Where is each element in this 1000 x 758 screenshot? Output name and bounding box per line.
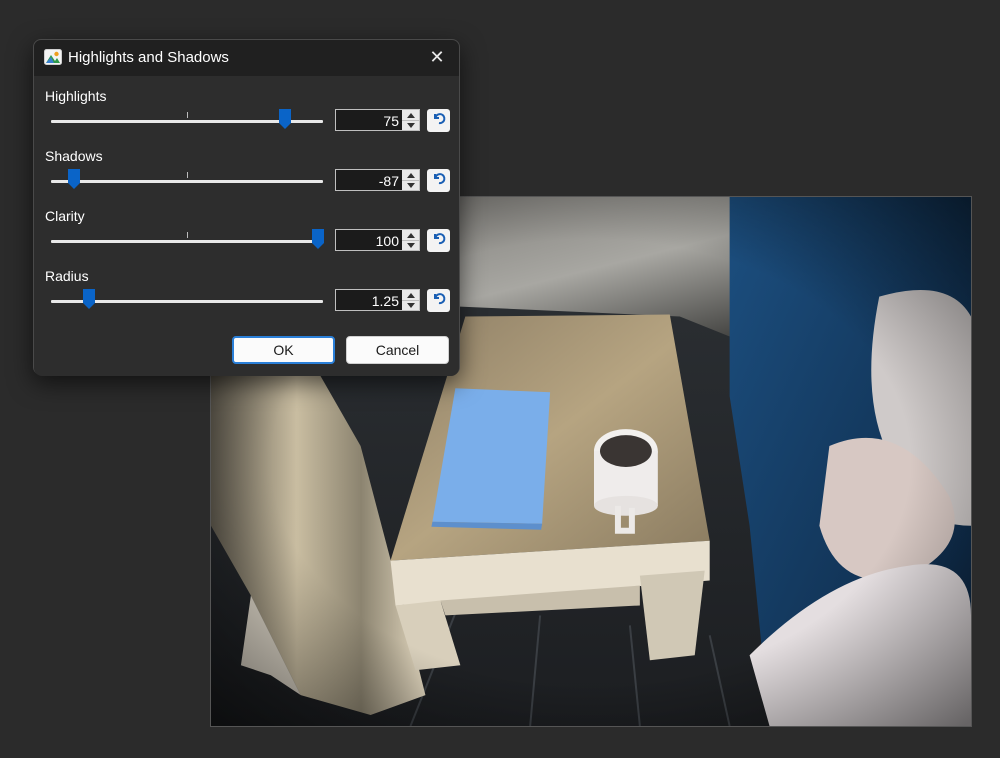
highlights-label: Highlights bbox=[45, 88, 107, 104]
shadows-row: Shadows -87 bbox=[34, 136, 459, 196]
shadows-value-input[interactable]: -87 bbox=[335, 169, 420, 191]
clarity-value-input[interactable]: 100 bbox=[335, 229, 420, 251]
shadows-reset-button[interactable] bbox=[427, 169, 450, 192]
dialog-body: Highlights 75 Shadows -87 Clarity 100 Ra… bbox=[34, 76, 459, 376]
highlights-value: 75 bbox=[383, 113, 399, 129]
ok-button[interactable]: OK bbox=[232, 336, 335, 364]
reset-icon bbox=[432, 111, 446, 130]
shadows-spinner bbox=[402, 170, 419, 190]
highlights-value-input[interactable]: 75 bbox=[335, 109, 420, 131]
radius-spinner bbox=[402, 290, 419, 310]
clarity-label: Clarity bbox=[45, 208, 85, 224]
radius-value-input[interactable]: 1.25 bbox=[335, 289, 420, 311]
reset-icon bbox=[432, 171, 446, 190]
highlights-row: Highlights 75 bbox=[34, 76, 459, 136]
highlights-slider-tick bbox=[187, 112, 188, 118]
dialog-title: Highlights and Shadows bbox=[68, 49, 229, 66]
cancel-button[interactable]: Cancel bbox=[346, 336, 449, 364]
clarity-slider-thumb[interactable] bbox=[311, 229, 324, 249]
radius-slider-thumb[interactable] bbox=[83, 289, 96, 309]
clarity-row: Clarity 100 bbox=[34, 196, 459, 256]
shadows-value: -87 bbox=[378, 173, 399, 189]
decrement-icon[interactable] bbox=[402, 180, 419, 190]
shadows-label: Shadows bbox=[45, 148, 103, 164]
image-edit-icon bbox=[44, 49, 62, 65]
shadows-slider-thumb[interactable] bbox=[68, 169, 81, 189]
highlights-spinner bbox=[402, 110, 419, 130]
shadows-slider-tick bbox=[187, 172, 188, 178]
highlights-reset-button[interactable] bbox=[427, 109, 450, 132]
clarity-value: 100 bbox=[375, 233, 399, 249]
clarity-reset-button[interactable] bbox=[427, 229, 450, 252]
reset-icon bbox=[432, 291, 446, 310]
close-icon[interactable]: ✕ bbox=[425, 46, 449, 68]
decrement-icon[interactable] bbox=[402, 300, 419, 310]
clarity-spinner bbox=[402, 230, 419, 250]
shadows-slider-track[interactable] bbox=[51, 180, 323, 183]
decrement-icon[interactable] bbox=[402, 120, 419, 130]
radius-row: Radius 1.25 bbox=[34, 256, 459, 316]
highlights-shadows-dialog: Highlights and Shadows ✕ Highlights 75 S… bbox=[33, 39, 460, 376]
clarity-slider-track[interactable] bbox=[51, 240, 323, 243]
title-bar[interactable]: Highlights and Shadows ✕ bbox=[34, 40, 459, 76]
clarity-slider-tick bbox=[187, 232, 188, 238]
reset-icon bbox=[432, 231, 446, 250]
radius-value: 1.25 bbox=[371, 293, 399, 309]
radius-label: Radius bbox=[45, 268, 89, 284]
decrement-icon[interactable] bbox=[402, 240, 419, 250]
highlights-slider-thumb[interactable] bbox=[278, 109, 291, 129]
radius-reset-button[interactable] bbox=[427, 289, 450, 312]
